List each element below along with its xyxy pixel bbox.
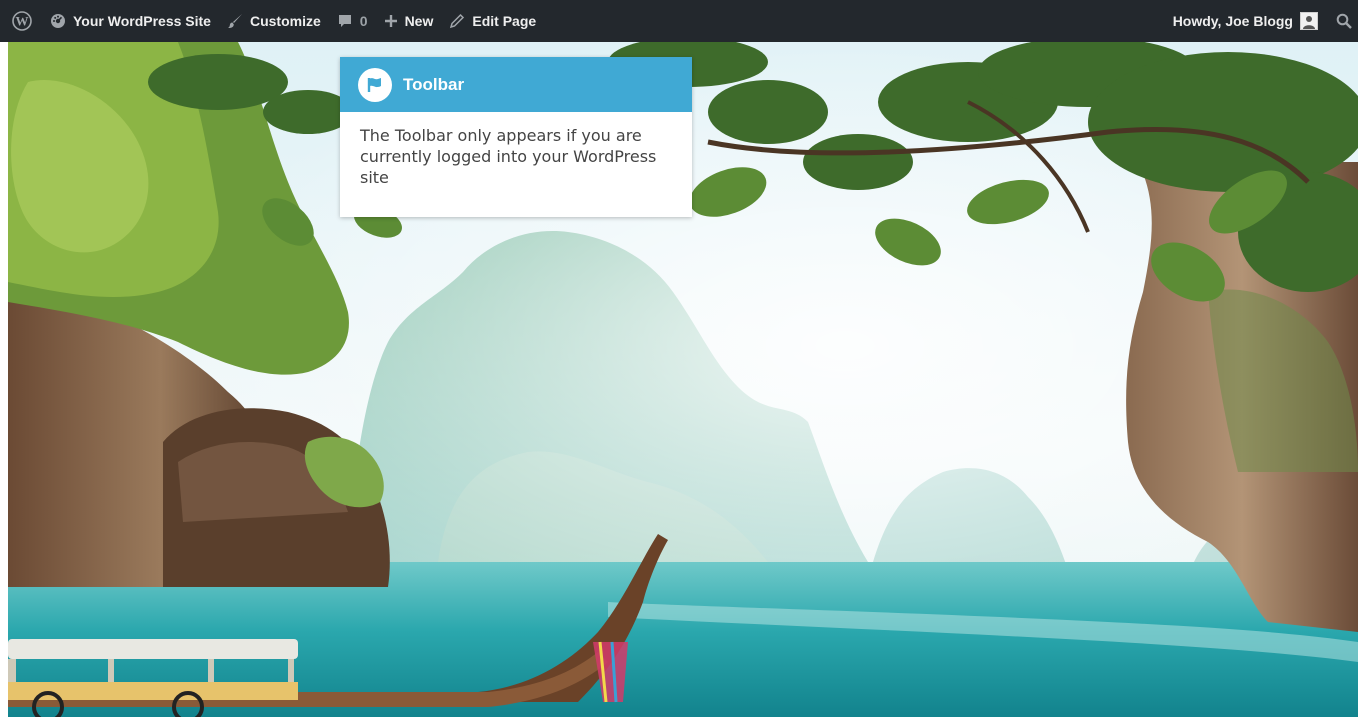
wordpress-logo-icon: W	[12, 11, 32, 31]
paintbrush-icon	[227, 13, 243, 29]
comments-count: 0	[359, 13, 368, 29]
edit-page-label: Edit Page	[472, 13, 537, 29]
admin-toolbar: W Your WordPress Site Customize 0 New Ed…	[0, 0, 1358, 42]
edit-page-link[interactable]: Edit Page	[441, 0, 544, 42]
tooltip-header: Toolbar	[340, 57, 692, 112]
wordpress-menu[interactable]: W	[0, 0, 42, 42]
toolbar-left-group: W Your WordPress Site Customize 0 New Ed…	[0, 0, 544, 42]
flag-icon	[358, 67, 392, 102]
new-label: New	[404, 13, 434, 29]
customize-label: Customize	[249, 13, 321, 29]
comments-link[interactable]: 0	[329, 0, 376, 42]
new-content-menu[interactable]: New	[376, 0, 442, 42]
tooltip-body: The Toolbar only appears if you are curr…	[360, 126, 657, 187]
toolbar-right-group: Howdy, Joe Blogg	[1165, 0, 1358, 42]
customize-link[interactable]: Customize	[219, 0, 329, 42]
site-name-label: Your WordPress Site	[73, 13, 211, 29]
dashboard-gauge-icon	[50, 13, 66, 29]
tooltip-title: Toolbar	[403, 74, 465, 94]
pencil-icon	[449, 13, 465, 29]
comment-bubble-icon	[337, 13, 353, 29]
site-name-menu[interactable]: Your WordPress Site	[42, 0, 219, 42]
avatar	[1300, 12, 1318, 30]
toolbar-tooltip: Toolbar The Toolbar only appears if you …	[340, 57, 692, 217]
account-menu[interactable]: Howdy, Joe Blogg	[1165, 0, 1326, 42]
search-toggle[interactable]	[1326, 0, 1358, 42]
svg-text:W: W	[16, 13, 29, 28]
search-icon	[1336, 13, 1352, 29]
greeting-label: Howdy, Joe Blogg	[1172, 13, 1293, 29]
plus-icon	[384, 14, 398, 28]
